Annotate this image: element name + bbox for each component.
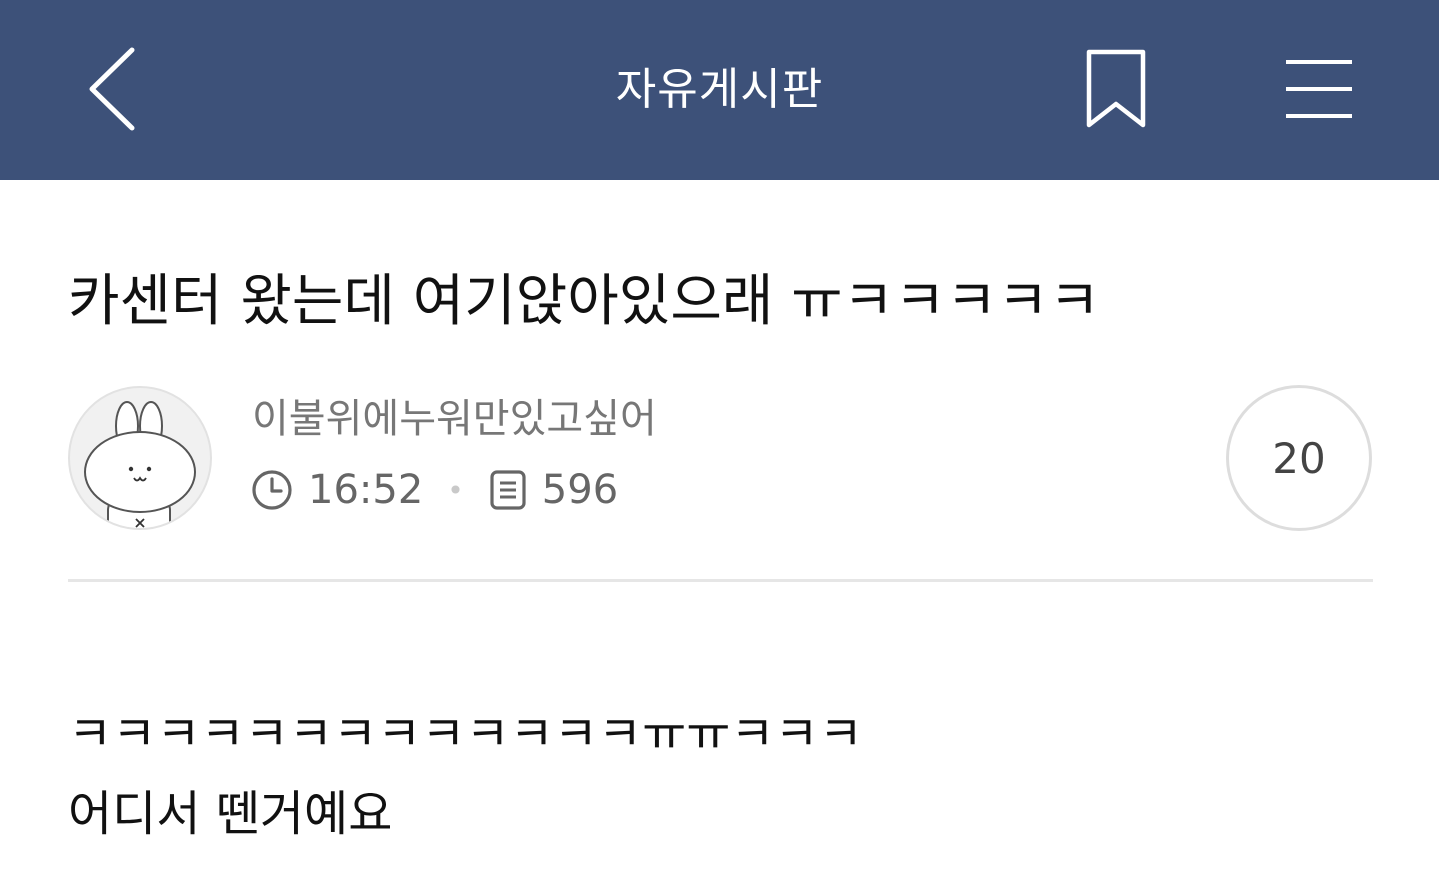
bookmark-button[interactable] — [1080, 46, 1152, 134]
post-body-line: 어디서 뗀거예요 — [68, 786, 393, 842]
author-avatar[interactable] — [68, 386, 212, 530]
menu-button[interactable] — [1276, 50, 1362, 130]
clock-icon — [252, 470, 292, 510]
content-divider — [68, 579, 1373, 582]
bookmark-icon — [1086, 49, 1146, 128]
hamburger-menu-icon — [1286, 60, 1352, 118]
view-count: 596 — [541, 467, 619, 513]
post-meta: 16:52 • 596 — [250, 462, 618, 518]
page-title: 자유게시판 — [615, 64, 824, 115]
author-name[interactable]: 이불위에누워만있고싶어 — [252, 392, 657, 446]
meta-separator-dot: • — [447, 473, 464, 507]
top-app-bar: 자유게시판 — [0, 0, 1439, 180]
bunny-avatar-icon — [84, 401, 196, 528]
post-time: 16:52 — [308, 467, 424, 513]
post-title: 카센터 왔는데 여기앉아있으래 ㅠㅋㅋㅋㅋㅋ — [68, 269, 1101, 334]
document-icon — [490, 470, 526, 510]
comment-count-badge[interactable]: 20 — [1226, 385, 1372, 531]
post-body-line: ㅋㅋㅋㅋㅋㅋㅋㅋㅋㅋㅋㅋㅋㅠㅠㅋㅋㅋ — [68, 706, 863, 762]
